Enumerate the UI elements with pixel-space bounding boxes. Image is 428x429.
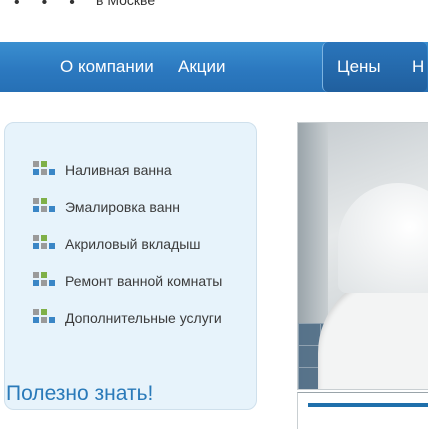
tiles-icon	[33, 198, 55, 216]
service-item-emalirovka[interactable]: Эмалировка ванн	[33, 196, 180, 218]
bottom-box	[297, 392, 428, 429]
service-item-nalivnaya[interactable]: Наливная ванна	[33, 159, 172, 181]
top-strip: ••• в Москве	[0, 0, 428, 14]
main-nav: О компании Акции Цены Н	[0, 42, 428, 92]
section-heading: Полезно знать!	[6, 382, 154, 405]
service-label: Акриловый вкладыш	[65, 236, 201, 252]
service-label: Дополнительные услуги	[65, 310, 222, 326]
tiles-icon	[33, 272, 55, 290]
city-label: в Москве	[96, 0, 156, 8]
nav-item-next[interactable]: Н	[412, 42, 424, 92]
tiles-icon	[33, 161, 55, 179]
service-item-akril[interactable]: Акриловый вкладыш	[33, 233, 201, 255]
tiles-icon	[33, 235, 55, 253]
bathtub-photo	[297, 122, 428, 390]
services-panel: Наливная ванна Эмалировка ванн Акриловый…	[4, 122, 257, 410]
service-label: Наливная ванна	[65, 162, 172, 178]
decorative-bar	[308, 403, 428, 407]
service-item-dop[interactable]: Дополнительные услуги	[33, 307, 222, 329]
dots-icon: •••	[14, 0, 97, 11]
service-item-remont[interactable]: Ремонт ванной комнаты	[33, 270, 222, 292]
service-label: Ремонт ванной комнаты	[65, 273, 223, 289]
service-label: Эмалировка ванн	[65, 199, 180, 215]
nav-item-about[interactable]: О компании	[60, 42, 154, 92]
nav-item-sales[interactable]: Акции	[178, 42, 226, 92]
tiles-icon	[33, 309, 55, 327]
